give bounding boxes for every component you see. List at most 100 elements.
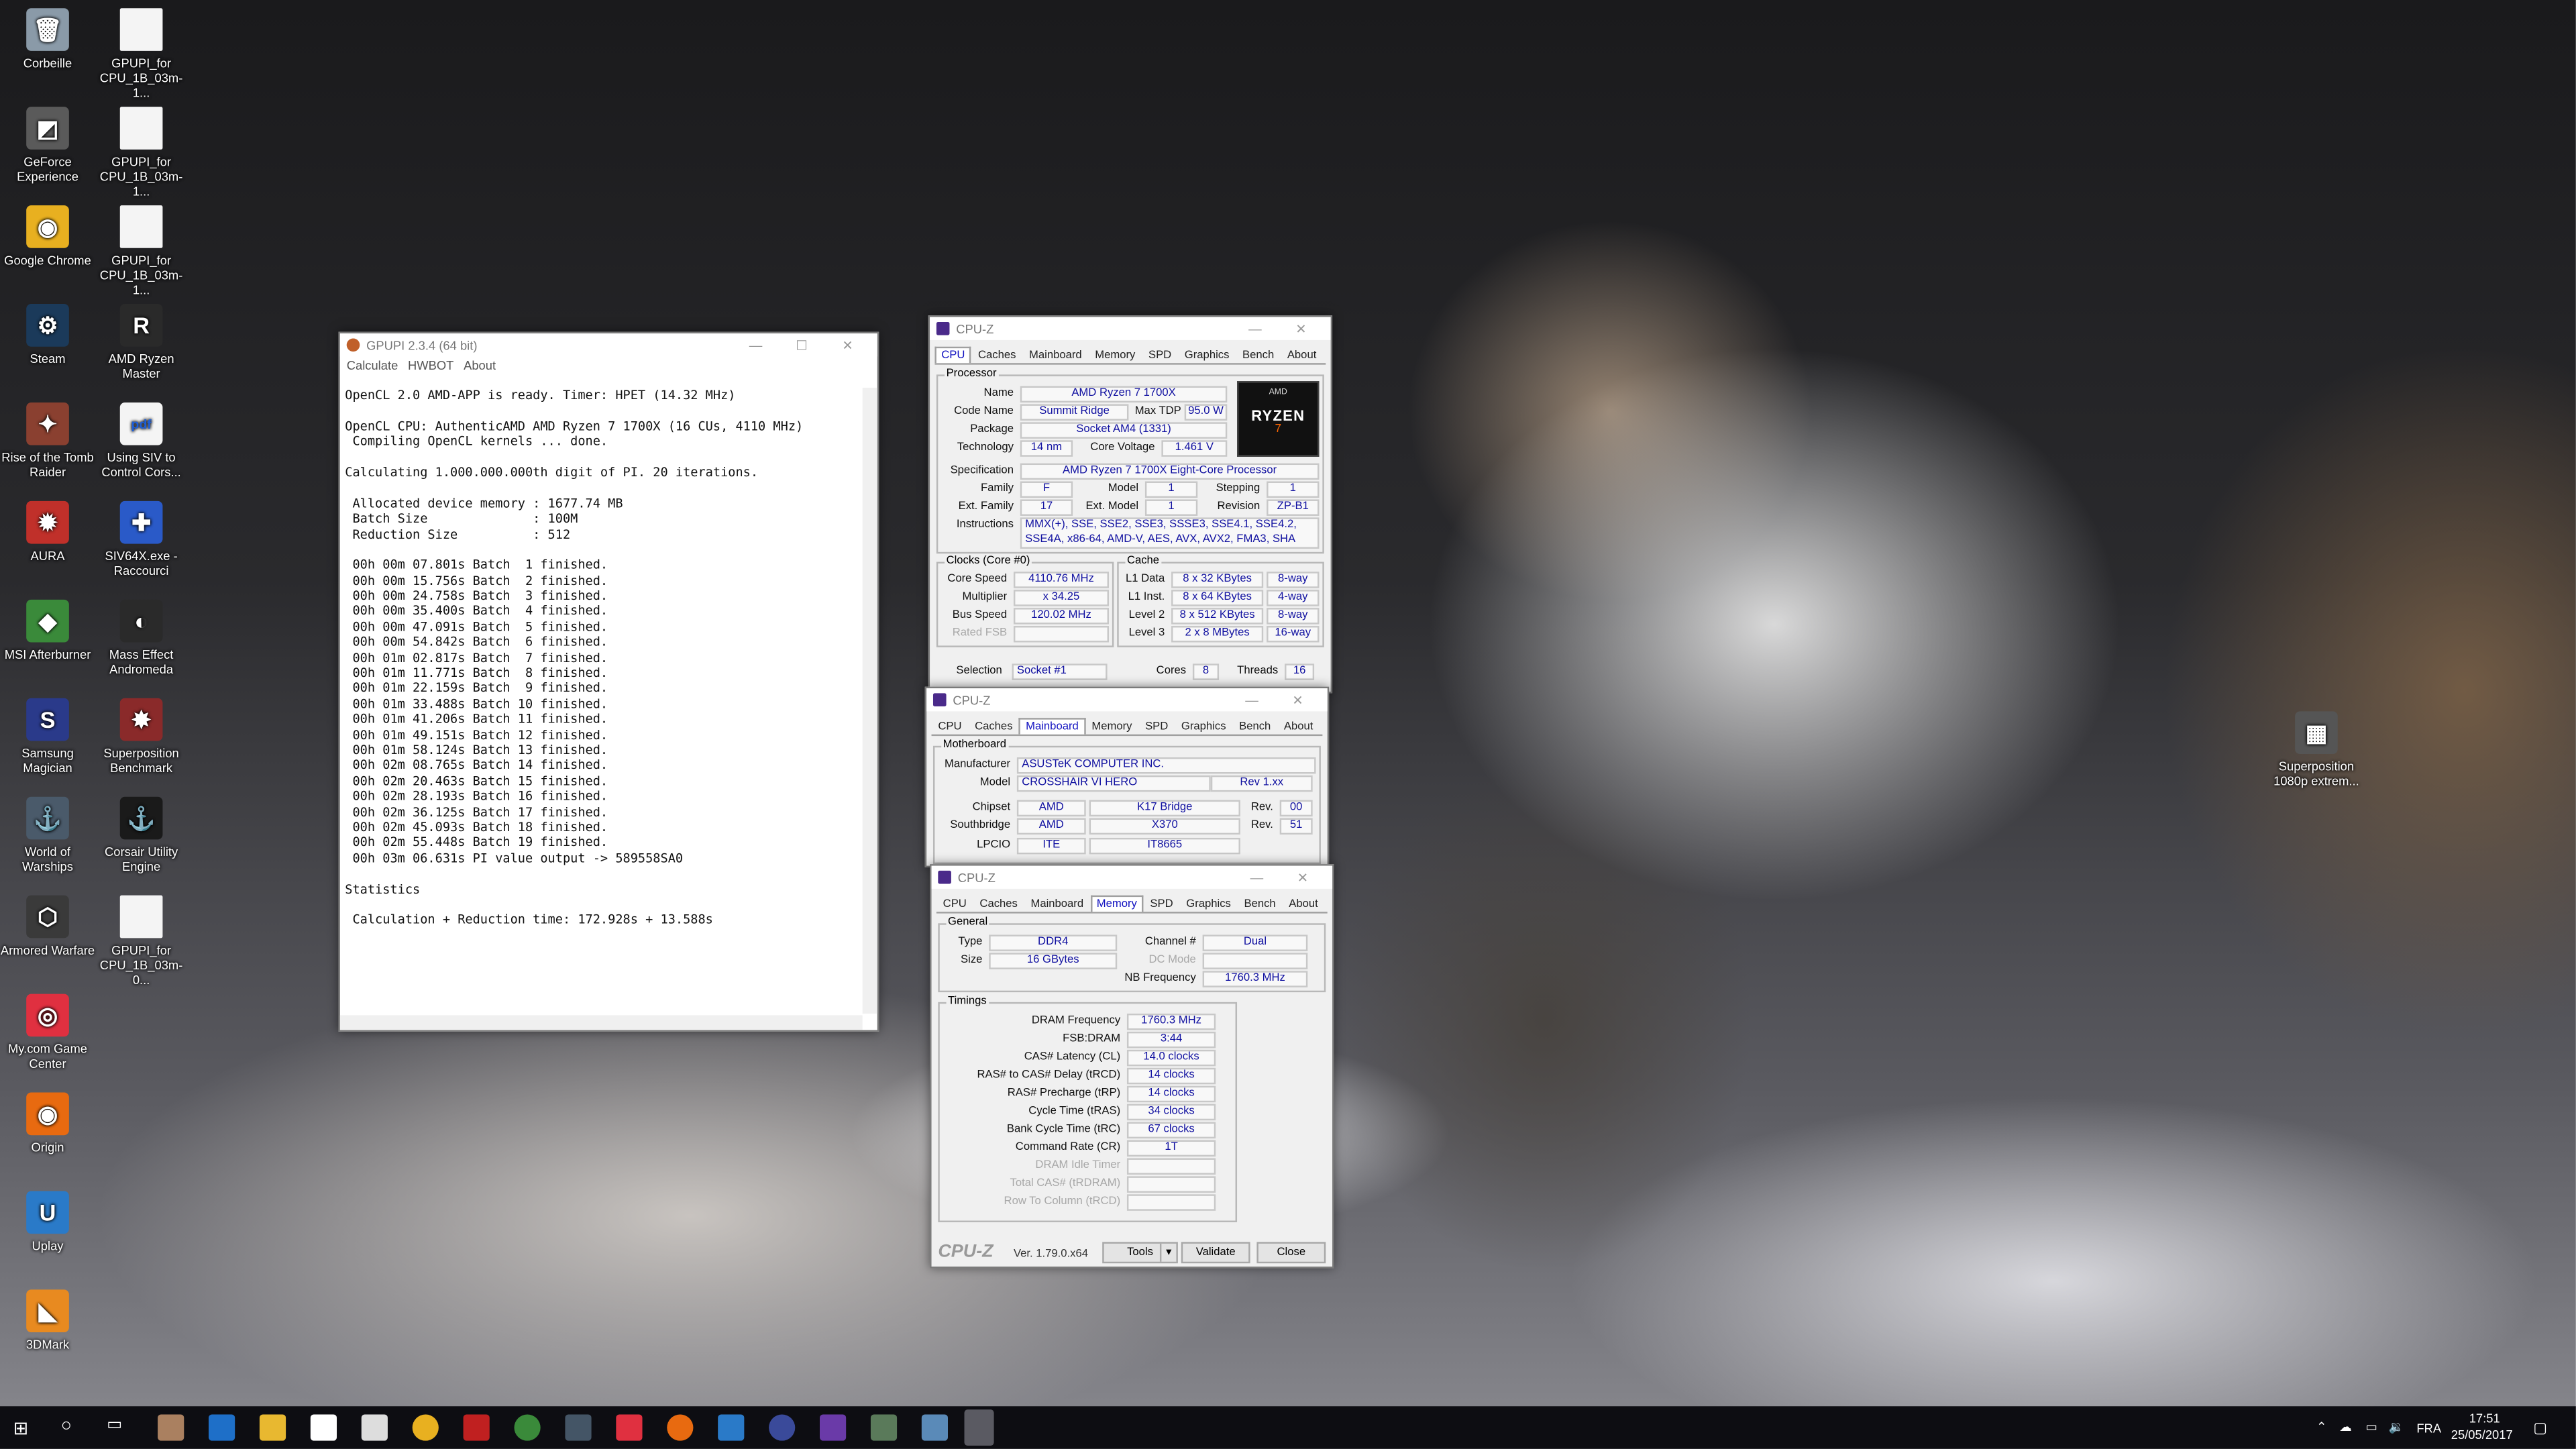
calculator-icon[interactable] bbox=[921, 1414, 949, 1441]
volume-icon[interactable]: 🔉 bbox=[2389, 1419, 2404, 1434]
store-icon[interactable] bbox=[310, 1414, 337, 1441]
desktop-icon-3dmark[interactable]: ◣ 3DMark bbox=[0, 1289, 95, 1352]
close-button[interactable]: Close bbox=[1256, 1242, 1326, 1264]
desktop-icon-geforce[interactable]: ◩ GeForce Experience bbox=[0, 107, 95, 184]
tab-memory[interactable]: Memory bbox=[1089, 895, 1144, 912]
tab-mainboard[interactable]: Mainboard bbox=[1019, 718, 1085, 735]
minimize-icon[interactable]: — bbox=[1234, 870, 1280, 885]
close-icon[interactable]: ✕ bbox=[824, 337, 871, 352]
tab-bench[interactable]: Bench bbox=[1236, 347, 1281, 363]
tab-about[interactable]: About bbox=[1281, 347, 1323, 363]
desktop-icon-steam[interactable]: ⚙ Steam bbox=[0, 304, 95, 366]
close-icon[interactable]: ✕ bbox=[1278, 321, 1324, 336]
task-view-icon[interactable]: ▭ bbox=[107, 1416, 122, 1434]
tab-caches[interactable]: Caches bbox=[968, 718, 1019, 734]
clock-time[interactable]: 17:51 bbox=[2469, 1411, 2500, 1426]
desktop-icon-game-center[interactable]: ◎ My.com Game Center bbox=[0, 994, 95, 1071]
cpuz-titlebar[interactable]: CPU-Z — ✕ bbox=[930, 317, 1331, 340]
menu-calculate[interactable]: Calculate bbox=[347, 358, 398, 373]
onedrive-icon[interactable]: ☁ bbox=[2339, 1419, 2351, 1434]
tray-chevron-icon[interactable]: ⌃ bbox=[2316, 1419, 2326, 1434]
tab-spd[interactable]: SPD bbox=[1144, 896, 1180, 912]
desktop-icon-superposition-shortcut[interactable]: ▦ Superposition 1080p extrem... bbox=[2269, 711, 2364, 788]
mail-icon[interactable] bbox=[361, 1414, 388, 1441]
desktop-icon-col2-8[interactable]: ⚓ Corsair Utility Engine bbox=[94, 796, 189, 874]
desktop-icon-col2-6[interactable]: ◐ Mass Effect Andromeda bbox=[94, 599, 189, 677]
warships-icon[interactable] bbox=[565, 1414, 592, 1441]
tab-memory[interactable]: Memory bbox=[1088, 347, 1142, 363]
socket-select[interactable]: Socket #1 bbox=[1012, 663, 1108, 680]
file-explorer-icon[interactable] bbox=[259, 1414, 286, 1441]
notifications-icon[interactable]: ▢ bbox=[2533, 1419, 2547, 1438]
desktop-icon-uplay[interactable]: U Uplay bbox=[0, 1191, 95, 1254]
cpuz-mainboard-window[interactable]: CPU-Z — ✕ CPU Caches Mainboard Memory SPD Gra… bbox=[924, 686, 1330, 868]
tab-caches[interactable]: Caches bbox=[973, 896, 1024, 912]
tools-button[interactable]: Tools ▾ bbox=[1102, 1242, 1178, 1264]
clock-date[interactable]: 25/05/2017 bbox=[2451, 1428, 2513, 1442]
tab-spd[interactable]: SPD bbox=[1138, 718, 1175, 734]
gpupi-output-log[interactable]: OpenCL 2.0 AMD-APP is ready. Timer: HPET… bbox=[345, 388, 861, 1014]
desktop-icon-col2-4[interactable]: pdf Using SIV to Control Cors... bbox=[94, 402, 189, 480]
gpupi-window[interactable]: GPUPI 2.3.4 (64 bit) — ☐ ✕ Calculate HWB… bbox=[338, 331, 879, 1032]
desktop-icon-col2-0[interactable]: GPUPI_for CPU_1B_03m-1... bbox=[94, 8, 189, 100]
desktop-icon-samsung-magician[interactable]: S Samsung Magician bbox=[0, 698, 95, 775]
close-icon[interactable]: ✕ bbox=[1275, 692, 1321, 707]
tab-graphics[interactable]: Graphics bbox=[1178, 347, 1236, 363]
edge-icon[interactable] bbox=[209, 1414, 235, 1441]
desktop-icon-recycle-bin[interactable]: 🗑 Corbeille bbox=[0, 8, 95, 70]
origin-icon[interactable] bbox=[667, 1414, 694, 1441]
desktop-icon-tomb-raider[interactable]: ✦ Rise of the Tomb Raider bbox=[0, 402, 95, 480]
tab-cpu[interactable]: CPU bbox=[934, 346, 972, 364]
tab-spd[interactable]: SPD bbox=[1142, 347, 1178, 363]
desktop-icon-origin[interactable]: ◉ Origin bbox=[0, 1092, 95, 1155]
vertical-scrollbar[interactable] bbox=[862, 387, 877, 1014]
xbox-icon[interactable] bbox=[514, 1414, 541, 1441]
desktop-icon-col2-2[interactable]: GPUPI_for CPU_1B_03m-1... bbox=[94, 205, 189, 297]
desktop-icon-aura[interactable]: ✹ AURA bbox=[0, 500, 95, 564]
desktop-icon-msi-afterburner[interactable]: ◆ MSI Afterburner bbox=[0, 599, 95, 662]
desktop-icon-col2-7[interactable]: ✸ Superposition Benchmark bbox=[94, 698, 189, 775]
cpuz-memory-window[interactable]: CPU-Z — ✕ CPU Caches Mainboard Memory SPD Gra… bbox=[930, 864, 1334, 1269]
tab-bench[interactable]: Bench bbox=[1232, 718, 1277, 734]
desktop-icon-world-of-warships[interactable]: ⚓ World of Warships bbox=[0, 796, 95, 874]
cpu-tool-icon[interactable] bbox=[769, 1414, 796, 1441]
minimize-icon[interactable]: — bbox=[1232, 321, 1279, 336]
desktop-icon-col2-3[interactable]: R AMD Ryzen Master bbox=[94, 304, 189, 381]
menu-hwbot[interactable]: HWBOT bbox=[408, 358, 453, 373]
close-icon[interactable]: ✕ bbox=[1280, 870, 1326, 885]
tab-caches[interactable]: Caches bbox=[971, 347, 1022, 363]
cpuz-taskbar-icon[interactable] bbox=[820, 1414, 847, 1441]
tab-cpu[interactable]: CPU bbox=[932, 718, 969, 734]
cpuz-titlebar[interactable]: CPU-Z — ✕ bbox=[931, 865, 1333, 889]
desktop-icon-col2-9[interactable]: GPUPI_for CPU_1B_03m-0... bbox=[94, 895, 189, 987]
menu-about[interactable]: About bbox=[464, 358, 496, 373]
uplay-icon[interactable] bbox=[718, 1414, 745, 1441]
gpupi-titlebar[interactable]: GPUPI 2.3.4 (64 bit) — ☐ ✕ bbox=[339, 333, 877, 357]
tab-mainboard[interactable]: Mainboard bbox=[1024, 896, 1090, 912]
chrome-icon[interactable] bbox=[412, 1414, 439, 1441]
game-center-icon[interactable] bbox=[616, 1414, 643, 1441]
desktop-icon-col2-5[interactable]: ✚ SIV64X.exe - Raccourci bbox=[94, 500, 189, 578]
desktop-icon-col2-1[interactable]: GPUPI_for CPU_1B_03m-1... bbox=[94, 107, 189, 199]
image-viewer-icon[interactable] bbox=[870, 1414, 898, 1441]
search-icon[interactable]: ○ bbox=[61, 1416, 72, 1436]
desktop-icon-armored-warfare[interactable]: ⬡ Armored Warfare bbox=[0, 895, 95, 958]
tab-graphics[interactable]: Graphics bbox=[1179, 896, 1237, 912]
afterburner-icon[interactable] bbox=[463, 1414, 490, 1441]
maximize-icon[interactable]: ☐ bbox=[779, 337, 825, 352]
tab-about[interactable]: About bbox=[1282, 896, 1324, 912]
horizontal-scrollbar[interactable] bbox=[339, 1015, 863, 1030]
tab-graphics[interactable]: Graphics bbox=[1175, 718, 1232, 734]
taskbar-app-icon[interactable] bbox=[158, 1414, 184, 1441]
tab-about[interactable]: About bbox=[1277, 718, 1320, 734]
minimize-icon[interactable]: — bbox=[1229, 692, 1275, 707]
validate-button[interactable]: Validate bbox=[1181, 1242, 1250, 1264]
minimize-icon[interactable]: — bbox=[733, 337, 779, 352]
tab-bench[interactable]: Bench bbox=[1238, 896, 1283, 912]
windows-start-icon[interactable]: ⊞ bbox=[13, 1417, 29, 1439]
tab-mainboard[interactable]: Mainboard bbox=[1022, 347, 1088, 363]
tab-memory[interactable]: Memory bbox=[1085, 718, 1139, 734]
tab-cpu[interactable]: CPU bbox=[936, 896, 973, 912]
cpuz-titlebar[interactable]: CPU-Z — ✕ bbox=[926, 688, 1328, 712]
language-indicator[interactable]: FRA bbox=[2416, 1421, 2441, 1436]
